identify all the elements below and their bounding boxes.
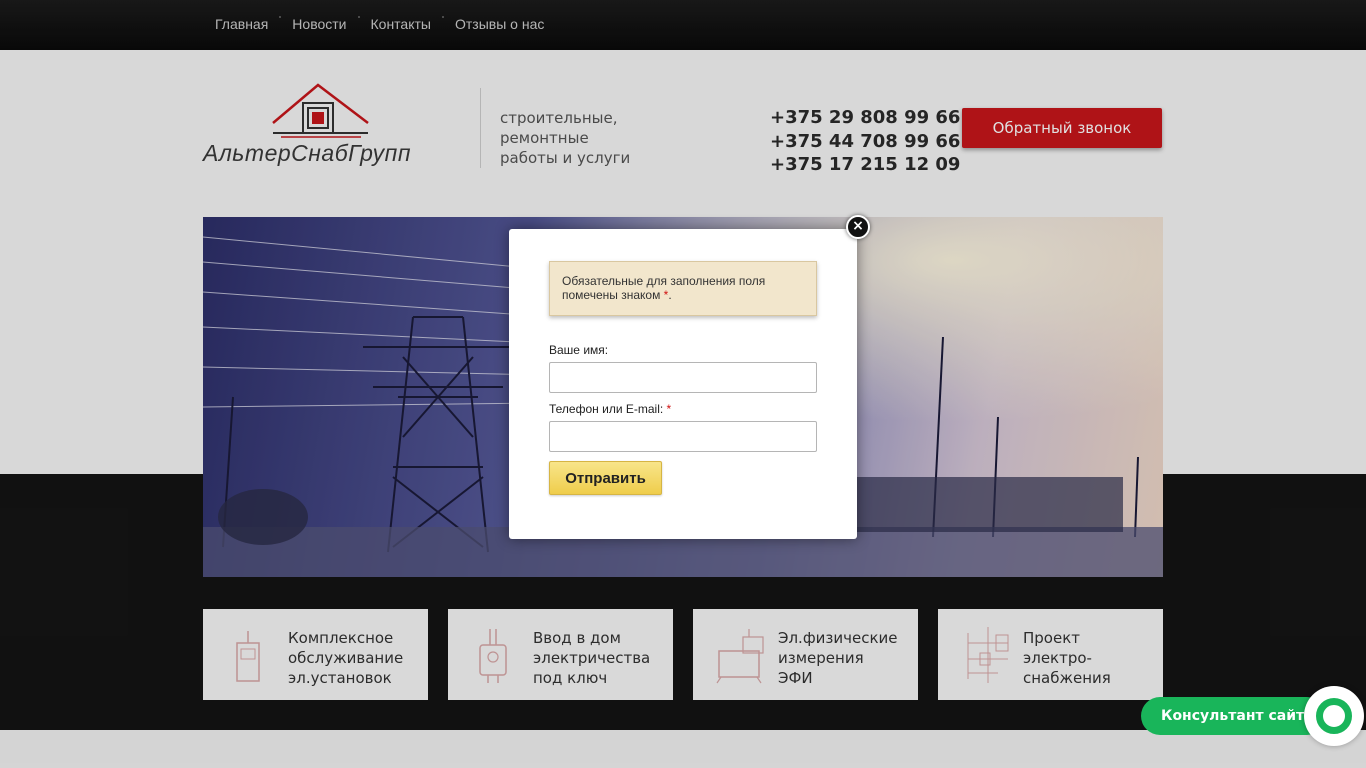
name-input[interactable]	[549, 362, 817, 393]
submit-button[interactable]: Отправить	[549, 461, 662, 495]
consultant-chat-icon[interactable]	[1304, 686, 1364, 746]
required-star: *	[666, 402, 672, 416]
close-icon[interactable]: ×	[846, 215, 870, 239]
name-label: Ваше имя:	[549, 343, 609, 357]
contact-label: Телефон или E-mail: *	[549, 402, 671, 416]
required-fields-notice: Обязательные для заполнения поля помечен…	[549, 261, 817, 316]
chat-ring-icon	[1316, 698, 1352, 734]
contact-input[interactable]	[549, 421, 817, 452]
callback-modal: Обязательные для заполнения поля помечен…	[509, 229, 857, 539]
consultant-button[interactable]: Консультант сайта	[1141, 697, 1326, 735]
notice-end: .	[668, 288, 672, 302]
contact-label-text: Телефон или E-mail:	[549, 402, 664, 416]
